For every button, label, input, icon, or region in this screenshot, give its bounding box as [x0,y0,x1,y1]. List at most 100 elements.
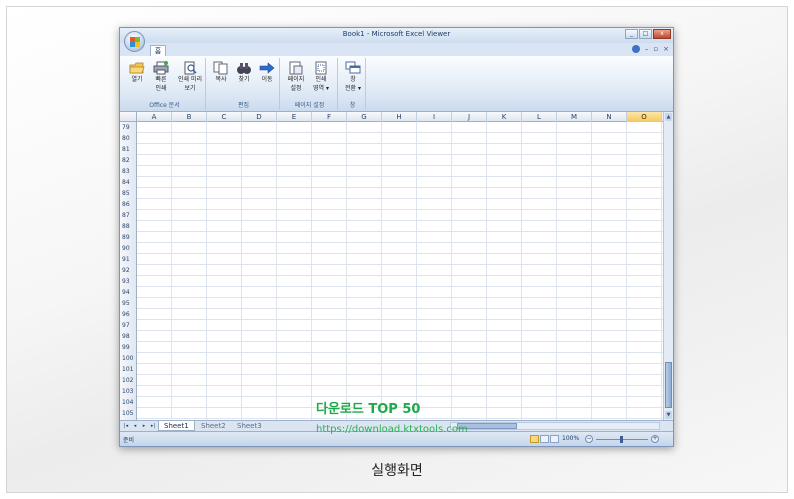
column-header[interactable]: M [557,112,592,122]
table-row[interactable]: 85 [120,188,663,199]
row-header[interactable]: 91 [120,254,137,265]
column-header[interactable]: G [347,112,382,122]
column-header[interactable]: C [207,112,242,122]
maximize-button[interactable]: □ [639,29,652,39]
page-setup-button[interactable]: 페이지 설정 [285,60,307,92]
table-row[interactable]: 79 [120,122,663,133]
first-sheet-icon[interactable]: |◂ [122,422,130,430]
select-all-corner[interactable] [120,112,137,122]
page-layout-view-icon[interactable] [540,435,549,443]
open-button[interactable]: 열기 [126,60,148,85]
table-row[interactable]: 101 [120,364,663,375]
column-header[interactable]: H [382,112,417,122]
column-header[interactable]: O [627,112,662,122]
row-header[interactable]: 83 [120,166,137,177]
sheet-tab-sheet3[interactable]: Sheet3 [232,421,267,431]
goto-button[interactable]: 이동 [256,60,278,83]
table-row[interactable]: 82 [120,155,663,166]
column-header[interactable]: B [172,112,207,122]
print-area-button[interactable]: 인쇄 영역 ▾ [310,60,332,92]
table-row[interactable]: 86 [120,199,663,210]
table-row[interactable]: 89 [120,232,663,243]
zoom-slider-knob[interactable] [620,436,623,443]
table-row[interactable]: 83 [120,166,663,177]
scroll-up-icon[interactable]: ▲ [665,113,672,121]
column-header[interactable]: A [137,112,172,122]
minimize-button[interactable]: _ [625,29,638,39]
column-header[interactable]: K [487,112,522,122]
table-row[interactable]: 80 [120,133,663,144]
ribbon-restore-icon[interactable]: ▫ [653,45,658,53]
row-header[interactable]: 79 [120,122,137,133]
switch-window-button[interactable]: 창 전환 ▾ [342,60,364,92]
prev-sheet-icon[interactable]: ◂ [131,422,139,430]
row-header[interactable]: 86 [120,199,137,210]
row-header[interactable]: 103 [120,386,137,397]
next-sheet-icon[interactable]: ▸ [140,422,148,430]
row-header[interactable]: 101 [120,364,137,375]
scroll-down-icon[interactable]: ▼ [665,411,672,419]
row-header[interactable]: 99 [120,342,137,353]
table-row[interactable]: 103 [120,386,663,397]
vertical-scrollbar[interactable]: ▲ ▼ [663,112,673,420]
table-row[interactable]: 97 [120,320,663,331]
column-header[interactable]: J [452,112,487,122]
tab-home[interactable]: 홈 [150,45,166,56]
table-row[interactable]: 98 [120,331,663,342]
row-header[interactable]: 84 [120,177,137,188]
column-header[interactable]: D [242,112,277,122]
row-header[interactable]: 104 [120,397,137,408]
normal-view-icon[interactable] [530,435,539,443]
table-row[interactable]: 84 [120,177,663,188]
column-header[interactable]: L [522,112,557,122]
table-row[interactable]: 81 [120,144,663,155]
row-header[interactable]: 96 [120,309,137,320]
row-header[interactable]: 102 [120,375,137,386]
column-header[interactable]: F [312,112,347,122]
ribbon-minimize-icon[interactable]: – [645,45,649,53]
row-header[interactable]: 88 [120,221,137,232]
row-header[interactable]: 90 [120,243,137,254]
row-header[interactable]: 100 [120,353,137,364]
print-preview-button[interactable]: 인쇄 미리 보기 [176,60,204,92]
zoom-level[interactable]: 100% [562,435,579,442]
close-button[interactable]: x [653,29,671,39]
table-row[interactable]: 99 [120,342,663,353]
table-row[interactable]: 93 [120,276,663,287]
find-button[interactable]: 찾기 [233,60,255,83]
column-header[interactable]: E [277,112,312,122]
table-row[interactable]: 95 [120,298,663,309]
row-header[interactable]: 80 [120,133,137,144]
zoom-out-icon[interactable]: − [585,435,593,443]
help-icon[interactable] [631,45,640,53]
row-header[interactable]: 85 [120,188,137,199]
table-row[interactable]: 90 [120,243,663,254]
table-row[interactable]: 92 [120,265,663,276]
column-header[interactable]: N [592,112,627,122]
page-break-view-icon[interactable] [550,435,559,443]
vertical-scroll-thumb[interactable] [665,362,672,408]
row-header[interactable]: 105 [120,408,137,419]
office-button[interactable] [124,31,145,52]
copy-button[interactable]: 복사 [210,60,232,83]
table-row[interactable]: 88 [120,221,663,232]
table-row[interactable]: 100 [120,353,663,364]
table-row[interactable]: 87 [120,210,663,221]
zoom-in-icon[interactable]: + [651,435,659,443]
table-row[interactable]: 96 [120,309,663,320]
last-sheet-icon[interactable]: ▸| [149,422,157,430]
row-header[interactable]: 89 [120,232,137,243]
ribbon-close-icon[interactable]: × [663,45,669,53]
column-header[interactable]: I [417,112,452,122]
row-header[interactable]: 95 [120,298,137,309]
table-row[interactable]: 94 [120,287,663,298]
row-header[interactable]: 92 [120,265,137,276]
sheet-tab-sheet1[interactable]: Sheet1 [158,421,195,431]
horizontal-scrollbar[interactable] [450,422,660,430]
row-header[interactable]: 87 [120,210,137,221]
row-header[interactable]: 82 [120,155,137,166]
row-header[interactable]: 97 [120,320,137,331]
row-header[interactable]: 94 [120,287,137,298]
spreadsheet-grid[interactable]: ABCDEFGHIJKLMNO 79 80 81 82 83 84 85 86 87 88 89 90… [120,112,663,420]
table-row[interactable]: 102 [120,375,663,386]
